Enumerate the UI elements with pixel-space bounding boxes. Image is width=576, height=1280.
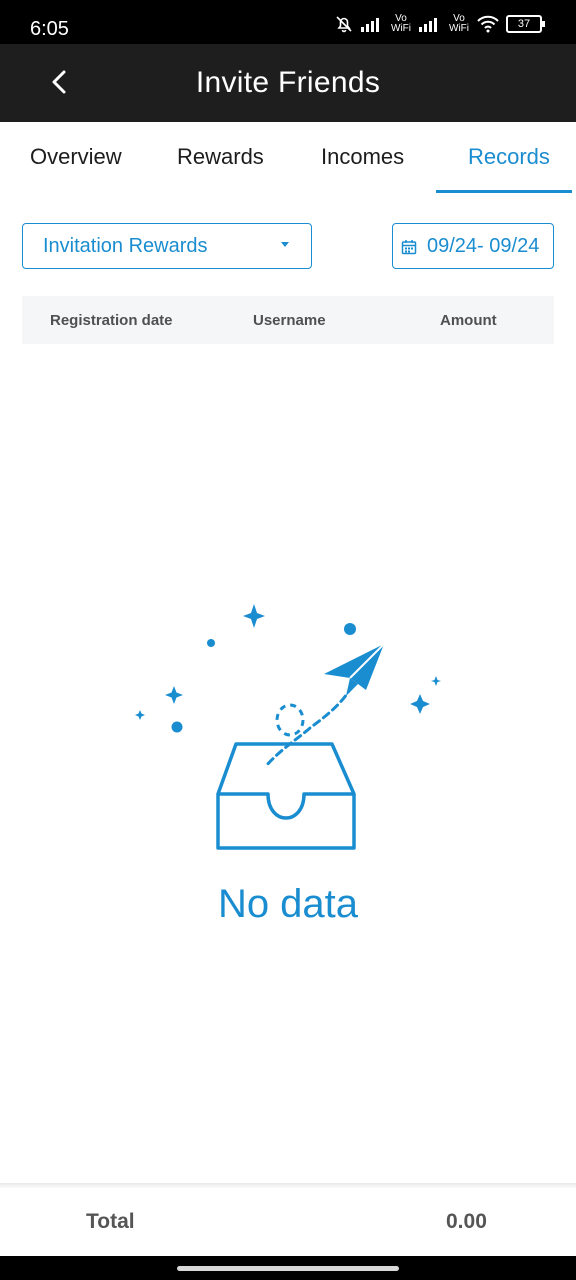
system-navigation-bar <box>0 1256 576 1280</box>
reward-type-select[interactable]: Invitation Rewards <box>22 223 312 269</box>
table-header: Registration date Username Amount <box>22 296 554 344</box>
tab-overview[interactable]: Overview <box>30 142 122 178</box>
status-bar: 6:05 Vo WiFi Vo WiFi 37 <box>0 0 576 44</box>
active-tab-indicator <box>436 190 572 193</box>
vowifi-indicator: Vo WiFi <box>391 13 411 34</box>
page-title: Invite Friends <box>195 66 381 99</box>
tab-incomes[interactable]: Incomes <box>321 142 404 178</box>
empty-inbox-paper-plane-icon <box>135 604 441 850</box>
battery-indicator: 37 <box>506 15 545 33</box>
caret-down-icon <box>281 242 289 247</box>
muted-bell-icon <box>336 16 352 33</box>
total-value: 0.00 <box>446 1210 487 1233</box>
column-header-registration-date: Registration date <box>50 312 173 329</box>
wifi-icon <box>477 15 499 33</box>
status-icons: Vo WiFi Vo WiFi 37 <box>334 13 545 34</box>
signal-icon <box>419 18 437 32</box>
app-header: Invite Friends <box>0 44 576 122</box>
tab-records[interactable]: Records <box>468 142 550 178</box>
column-header-username: Username <box>253 312 326 329</box>
reward-type-value: Invitation Rewards <box>43 235 208 257</box>
status-time: 6:05 <box>30 18 69 40</box>
total-footer: Total 0.00 <box>0 1188 576 1258</box>
empty-state-text: No data <box>217 882 359 926</box>
tab-rewards[interactable]: Rewards <box>177 142 264 178</box>
total-label: Total <box>86 1210 135 1233</box>
tab-bar: Overview Rewards Incomes Records <box>0 122 576 194</box>
date-range-picker[interactable]: 09/24- 09/24 <box>392 223 554 269</box>
column-header-amount: Amount <box>440 312 497 329</box>
home-gesture-handle[interactable] <box>177 1266 399 1271</box>
vowifi-indicator: Vo WiFi <box>449 13 469 34</box>
calendar-icon <box>401 240 417 255</box>
signal-icon <box>361 18 379 32</box>
date-range-value: 09/24- 09/24 <box>427 235 540 257</box>
